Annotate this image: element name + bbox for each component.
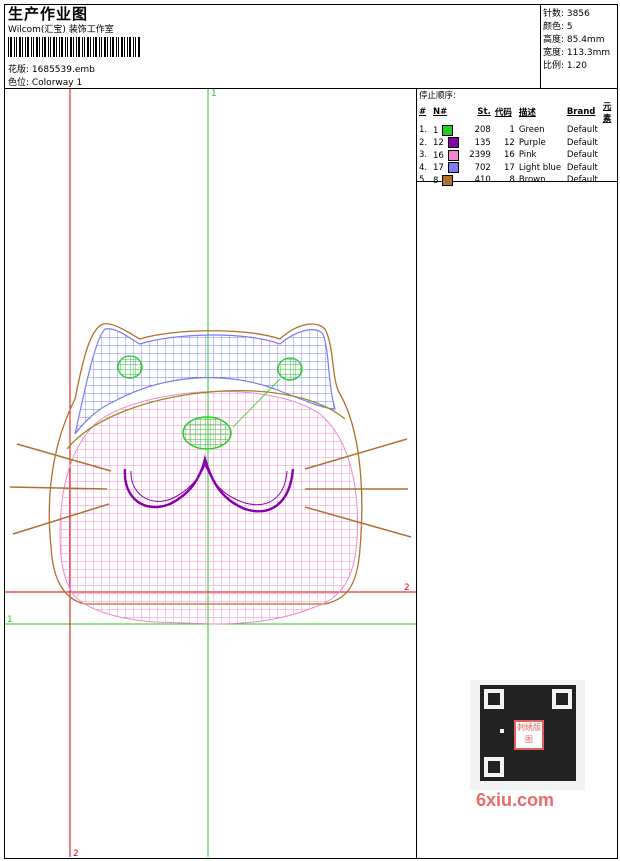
row-st: 410 — [474, 175, 491, 186]
cat-eye-right — [277, 357, 303, 381]
row-n: 1 — [433, 125, 439, 136]
row-needle: 17 — [431, 162, 461, 175]
cat-nose — [182, 416, 232, 450]
row-brand: Default — [566, 175, 598, 186]
stat-width: 宽度: 113.3mm — [543, 48, 611, 58]
row-index: 5. — [419, 175, 428, 186]
stop-row: 1. 1 208 1 Green Default — [417, 124, 620, 137]
col-st: St. — [477, 107, 491, 117]
color-swatch — [442, 124, 454, 136]
row-needle: 1 — [431, 124, 461, 137]
col-brand: Brand — [566, 107, 596, 117]
row-st: 2399 — [469, 150, 491, 161]
row-st: 135 — [474, 137, 491, 148]
company-name: Wilcom(汇宝) 装饰工作室 — [8, 25, 114, 35]
colorway: 色位: Colorway 1 — [8, 78, 83, 88]
guide-label-red-bottom: 2 — [73, 849, 79, 857]
row-index: 3. — [419, 150, 428, 161]
stat-stitches: 针数: 3856 — [543, 9, 590, 19]
row-code: 12 — [504, 137, 515, 148]
col-element: 元素 — [602, 102, 612, 124]
row-index: 4. — [419, 162, 428, 173]
embroidery-canvas: 1 1 2 2 — [5, 89, 416, 857]
row-desc: Purple — [518, 137, 546, 148]
row-st: 702 — [474, 162, 491, 173]
row-element — [601, 149, 620, 162]
stats-divider — [540, 4, 541, 88]
row-n: 12 — [433, 138, 444, 149]
row-brand: Default — [566, 137, 598, 148]
col-code: 代码 — [494, 108, 512, 118]
side-panel-divider — [416, 88, 417, 858]
color-swatch — [442, 174, 454, 186]
color-swatch — [447, 149, 459, 161]
page-title: 生产作业图 — [8, 5, 89, 23]
row-code: 16 — [504, 150, 515, 161]
row-index: 2. — [419, 137, 428, 148]
row-desc: Brown — [518, 175, 546, 186]
row-needle: 12 — [431, 137, 461, 150]
design-file: 花版: 1685539.emb — [8, 65, 95, 75]
stat-height: 高度: 85.4mm — [543, 35, 605, 45]
row-st: 208 — [474, 125, 491, 136]
row-needle: 16 — [431, 149, 461, 162]
row-desc: Green — [518, 125, 545, 136]
row-element — [601, 124, 620, 137]
barcode — [8, 37, 141, 57]
cat-eye-left — [117, 355, 143, 379]
stop-sequence-table-wrap: # N# St. 代码 描述 Brand 元素 1. 1 208 1 Green Defa… — [417, 100, 620, 187]
color-swatch — [447, 162, 459, 174]
row-brand: Default — [566, 125, 598, 136]
watermark-site: 6xiu.com — [476, 790, 555, 810]
col-desc: 描述 — [518, 108, 536, 118]
row-element — [601, 162, 620, 175]
stat-colors: 颜色: 5 — [543, 22, 573, 32]
row-n: 16 — [433, 150, 444, 161]
row-n: 17 — [433, 163, 444, 174]
guide-label-green-left: 1 — [7, 615, 13, 625]
row-brand: Default — [566, 150, 598, 161]
row-needle: 8 — [431, 174, 461, 187]
row-element — [601, 137, 620, 150]
row-code: 8 — [509, 175, 515, 186]
row-element — [601, 174, 620, 187]
guide-label-red-right: 2 — [404, 583, 410, 593]
guide-label-green-top: 1 — [211, 89, 217, 99]
row-desc: Light blue — [518, 162, 562, 173]
row-n: 8 — [433, 175, 439, 186]
stat-scale: 比例: 1.20 — [543, 61, 587, 71]
stop-row: 4. 17 702 17 Light blue Default — [417, 162, 620, 175]
row-code: 17 — [504, 162, 515, 173]
stop-row: 5. 8 410 8 Brown Default — [417, 174, 620, 187]
stop-row: 2. 12 135 12 Purple Default — [417, 137, 620, 150]
stop-table-header: # N# St. 代码 描述 Brand 元素 — [417, 100, 620, 124]
col-n: N# — [433, 107, 448, 117]
row-index: 1. — [419, 125, 428, 136]
watermark-stamp: 刺绣版图 — [514, 720, 544, 750]
row-brand: Default — [566, 162, 598, 173]
col-index: # — [419, 107, 427, 117]
color-swatch — [447, 137, 459, 149]
row-desc: Pink — [518, 150, 537, 161]
qr-code: 刺绣版图 — [470, 680, 585, 790]
row-code: 1 — [509, 125, 515, 136]
stop-row: 3. 16 2399 16 Pink Default — [417, 149, 620, 162]
stop-sequence-table: # N# St. 代码 描述 Brand 元素 1. 1 208 1 Green Defa… — [417, 100, 620, 187]
